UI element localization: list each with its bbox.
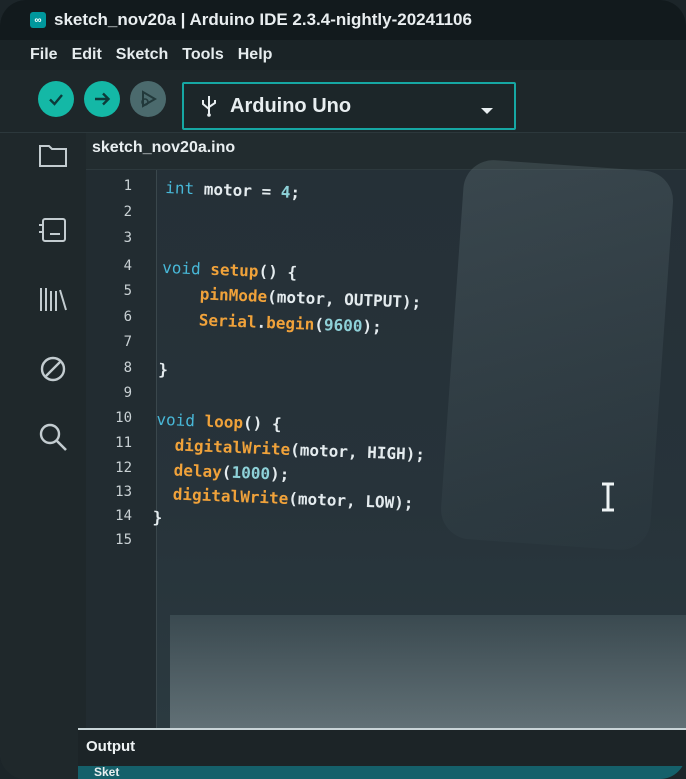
line-number-gutter: 1 2 3 4 5 6 7 8 9 10 11 12 13 14 15: [86, 170, 157, 730]
debug-button[interactable]: [130, 81, 166, 117]
usb-icon: [200, 95, 218, 117]
code-line-4: void setup() {: [161, 257, 298, 283]
line-number: 7: [123, 334, 132, 350]
code-line-13: digitalWrite(motor, LOW);: [172, 484, 414, 513]
debug-disabled-icon[interactable]: [37, 353, 69, 385]
output-label[interactable]: Output: [86, 738, 135, 755]
upload-button[interactable]: [84, 81, 120, 117]
arrow-right-icon: [95, 92, 111, 106]
code-line-10: void loop() {: [156, 409, 282, 434]
code-area[interactable]: int motor = 4; void setup() { pinMode(mo…: [145, 170, 686, 750]
code-line-5: pinMode(motor, OUTPUT);: [199, 284, 422, 312]
board-selector[interactable]: Arduino Uno: [182, 82, 516, 130]
line-number: 13: [115, 484, 132, 500]
search-icon[interactable]: [37, 421, 69, 453]
code-line-12: delay(1000);: [173, 460, 290, 484]
library-icon[interactable]: [37, 283, 69, 315]
folder-icon[interactable]: [37, 139, 69, 171]
sidebar: [0, 133, 86, 779]
menu-help[interactable]: Help: [238, 46, 273, 64]
board-manager-icon[interactable]: [37, 213, 69, 245]
arduino-app-icon: ∞: [30, 12, 46, 28]
editor-tab[interactable]: sketch_nov20a.ino: [92, 139, 235, 157]
line-number: 12: [115, 460, 132, 476]
line-number: 14: [115, 508, 132, 524]
line-number: 4: [123, 258, 132, 274]
line-number: 9: [123, 385, 132, 401]
checkmark-icon: [49, 94, 63, 106]
chevron-down-icon: [480, 99, 494, 122]
title-bar: ∞ sketch_nov20a | Arduino IDE 2.3.4-nigh…: [0, 0, 686, 40]
text-cursor-icon: [602, 482, 614, 512]
line-number: 15: [115, 532, 132, 548]
code-line-11: digitalWrite(motor, HIGH);: [174, 435, 426, 465]
line-number: 1: [123, 178, 132, 194]
line-number: 5: [123, 283, 132, 299]
line-number: 6: [123, 309, 132, 325]
code-line-8: }: [157, 359, 169, 380]
debug-icon: [141, 90, 157, 108]
code-line-6: Serial.begin(9600);: [198, 310, 383, 337]
code-line-1: int motor = 4;: [164, 177, 301, 203]
line-number: 3: [123, 230, 132, 246]
line-number: 11: [115, 435, 132, 451]
menu-tools[interactable]: Tools: [182, 46, 223, 64]
editor-tab-bar: sketch_nov20a.ino: [86, 133, 686, 170]
menu-bar: File Edit Sketch Tools Help: [0, 40, 686, 70]
screen: ∞ sketch_nov20a | Arduino IDE 2.3.4-nigh…: [0, 0, 686, 779]
window-title: sketch_nov20a | Arduino IDE 2.3.4-nightl…: [54, 10, 472, 29]
board-name: Arduino Uno: [230, 94, 352, 117]
output-tab-strip: Sket: [78, 766, 686, 779]
menu-file[interactable]: File: [30, 46, 58, 64]
toolbar: Arduino Uno: [0, 70, 686, 133]
menu-sketch[interactable]: Sketch: [116, 46, 168, 64]
menu-edit[interactable]: Edit: [72, 46, 102, 64]
line-number: 8: [123, 360, 132, 376]
code-line-14: }: [152, 507, 163, 528]
line-number: 2: [123, 204, 132, 220]
code-editor[interactable]: 1 2 3 4 5 6 7 8 9 10 11 12 13 14 15 int …: [86, 170, 686, 730]
verify-button[interactable]: [38, 81, 74, 117]
line-number: 10: [115, 410, 132, 426]
output-strip-label: Sket: [94, 765, 120, 779]
